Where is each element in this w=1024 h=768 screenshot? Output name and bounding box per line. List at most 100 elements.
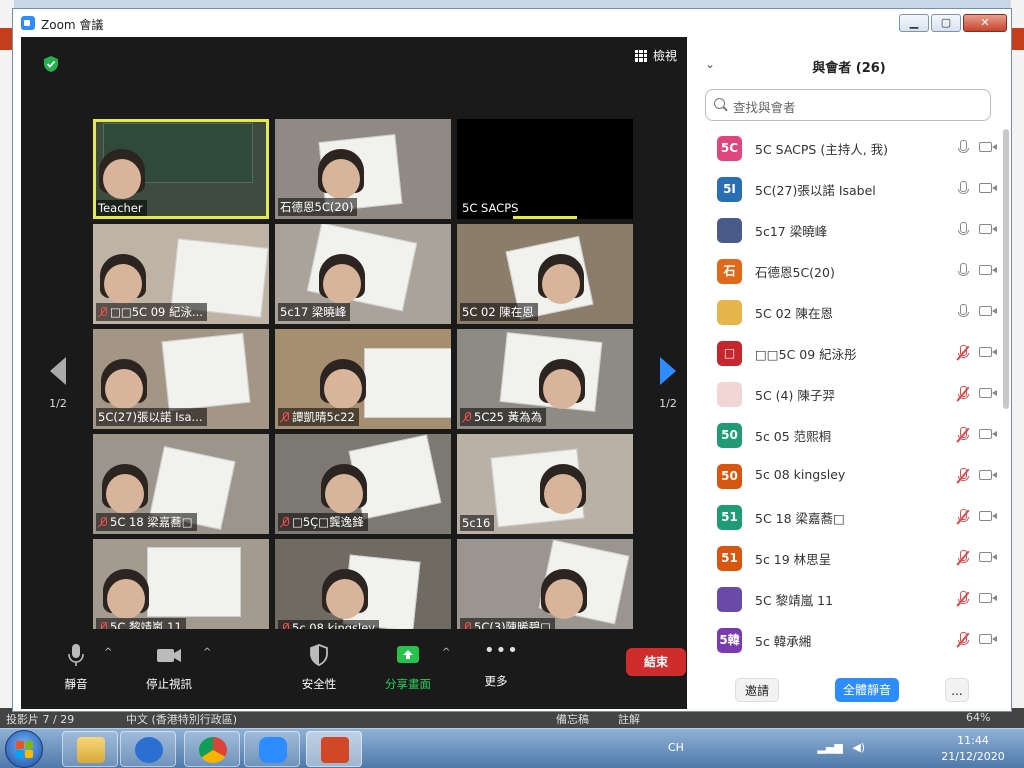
video-tile[interactable]: 5C 02 陳在恩	[457, 224, 633, 324]
microphone-icon[interactable]	[957, 263, 969, 279]
share-screen-button[interactable]: 分享畫面	[383, 643, 433, 692]
taskbar-file-explorer[interactable]	[62, 731, 118, 767]
muted-microphone-icon[interactable]	[956, 427, 970, 443]
video-tile[interactable]: 5C 黎靖嵐 11	[93, 539, 269, 639]
end-meeting-button[interactable]: 結束	[626, 648, 686, 676]
taskbar-powerpoint[interactable]	[306, 731, 362, 767]
microphone-icon[interactable]	[957, 181, 969, 197]
invite-button[interactable]: 邀請	[735, 678, 779, 702]
view-button[interactable]: 檢視	[635, 47, 677, 64]
video-camera-icon[interactable]	[979, 634, 997, 644]
muted-microphone-icon[interactable]	[956, 468, 970, 484]
muted-microphone-icon[interactable]	[956, 345, 970, 361]
muted-mic-icon	[280, 411, 290, 423]
more-button[interactable]: ••• 更多	[481, 642, 518, 689]
encryption-shield-icon[interactable]	[43, 55, 59, 73]
person-face	[322, 159, 360, 199]
slide-counter: 投影片 7 / 29	[6, 713, 75, 726]
video-tile[interactable]: 5c16	[457, 434, 633, 534]
stop-video-button[interactable]: 停止視訊	[141, 643, 197, 692]
avatar	[717, 300, 742, 325]
network-icon[interactable]: ▂▄▆	[817, 741, 842, 754]
participant-row-name: 5C 18 梁嘉蕎□	[755, 511, 845, 526]
video-tile[interactable]: 5C(3)陳晞碧□	[457, 539, 633, 639]
participant-row[interactable]: 51 5C 18 梁嘉蕎□	[687, 496, 1001, 537]
avatar	[717, 587, 742, 612]
close-button[interactable]: ✕	[963, 14, 1007, 32]
video-tile[interactable]: 5c 08 kingsley	[275, 539, 451, 639]
input-language[interactable]: CH	[668, 741, 684, 754]
audio-options-caret[interactable]: ^	[104, 647, 112, 658]
video-camera-icon[interactable]	[979, 429, 997, 439]
participant-row[interactable]: 51 5c 19 林思呈	[687, 537, 1001, 578]
video-camera-icon[interactable]	[979, 388, 997, 398]
muted-microphone-icon[interactable]	[956, 632, 970, 648]
video-camera-icon[interactable]	[979, 470, 997, 480]
muted-microphone-icon[interactable]	[956, 591, 970, 607]
participant-row-name: 5c17 梁曉峰	[755, 224, 828, 239]
share-options-caret[interactable]: ^	[442, 647, 450, 658]
video-options-caret[interactable]: ^	[203, 647, 211, 658]
video-camera-icon[interactable]	[979, 347, 997, 357]
participant-row[interactable]: 5C 02 陳在恩	[687, 291, 1001, 332]
next-page-button[interactable]: 1/2	[653, 357, 683, 410]
participant-list-scrollbar[interactable]	[1003, 129, 1009, 409]
participant-name: □5Ç□龔逸鋒	[292, 515, 364, 529]
mute-all-button[interactable]: 全體靜音	[835, 678, 899, 702]
video-tile[interactable]: Teacher	[93, 119, 269, 219]
participant-row[interactable]: 5C 5C SACPS (主持人, 我)	[687, 127, 1001, 168]
taskbar-zoom[interactable]	[244, 731, 300, 767]
taskbar-chrome[interactable]	[184, 731, 240, 767]
start-button[interactable]	[5, 730, 43, 768]
participant-row[interactable]: 5C 黎靖嵐 11	[687, 578, 1001, 619]
video-tile[interactable]: 5C(27)張以諾 Isa...	[93, 329, 269, 429]
video-camera-icon[interactable]	[979, 306, 997, 316]
video-camera-icon[interactable]	[979, 265, 997, 275]
participant-row[interactable]: 50 5c 08 kingsley	[687, 455, 1001, 496]
previous-page-button[interactable]: 1/2	[43, 357, 73, 410]
taskbar-media-player[interactable]	[120, 731, 176, 767]
participant-row[interactable]: 5c17 梁曉峰	[687, 209, 1001, 250]
participant-name-label: 5C 02 陳在恩	[460, 303, 538, 321]
mute-button[interactable]: 靜音	[61, 643, 91, 692]
panel-more-button[interactable]: ...	[945, 678, 969, 702]
participant-row[interactable]: 5C (4) 陳子羿	[687, 373, 1001, 414]
microphone-icon[interactable]	[957, 140, 969, 156]
microphone-icon[interactable]	[957, 304, 969, 320]
muted-microphone-icon[interactable]	[956, 386, 970, 402]
minimize-button[interactable]: ▁	[899, 14, 929, 32]
participant-row[interactable]: 石石德恩5C(20)	[687, 250, 1001, 291]
video-tile[interactable]: □5Ç□龔逸鋒	[275, 434, 451, 534]
volume-icon[interactable]: ◀)	[852, 741, 865, 754]
video-tile[interactable]: 5C25 黃為為	[457, 329, 633, 429]
muted-microphone-icon[interactable]	[956, 550, 970, 566]
participant-name-label: Teacher	[96, 200, 147, 216]
video-tile[interactable]: 5C SACPS	[457, 119, 633, 219]
participants-panel: ⌄ 與會者 (26) 查找與會者 5C 5C SACPS (主持人, 我) 5I 5C…	[687, 37, 1011, 711]
video-camera-icon[interactable]	[979, 593, 997, 603]
video-camera-icon[interactable]	[979, 183, 997, 193]
search-icon	[714, 98, 725, 109]
comments-button[interactable]: 註解	[618, 711, 640, 727]
video-camera-icon[interactable]	[979, 511, 997, 521]
participant-row[interactable]: 5韓 5c 韓承緗	[687, 619, 1001, 660]
video-tile[interactable]: 石德恩5C(20)	[275, 119, 451, 219]
video-camera-icon[interactable]	[979, 142, 997, 152]
maximize-button[interactable]: ▢	[931, 14, 961, 32]
video-tile[interactable]: 5C 18 梁嘉蕎□	[93, 434, 269, 534]
participant-search-input[interactable]: 查找與會者	[705, 89, 991, 121]
video-tile[interactable]: □□5C 09 紀泳...	[93, 224, 269, 324]
video-tile[interactable]: 5c17 梁曉峰	[275, 224, 451, 324]
security-button[interactable]: 安全性	[299, 643, 339, 692]
muted-microphone-icon[interactable]	[956, 509, 970, 525]
participant-row[interactable]: 5I 5C(27)張以諾 Isabel	[687, 168, 1001, 209]
video-tile[interactable]: 譚凱晴5c22	[275, 329, 451, 429]
system-clock[interactable]: 11:44 21/12/2020	[938, 733, 1008, 765]
video-camera-icon[interactable]	[979, 224, 997, 234]
notes-button[interactable]: 備忘稿	[556, 711, 589, 727]
video-camera-icon[interactable]	[979, 552, 997, 562]
participant-name: 5c16	[462, 516, 491, 530]
participant-row[interactable]: □ □□5C 09 紀泳彤	[687, 332, 1001, 373]
microphone-icon[interactable]	[957, 222, 969, 238]
participant-row[interactable]: 50 5c 05 范熙桐	[687, 414, 1001, 455]
